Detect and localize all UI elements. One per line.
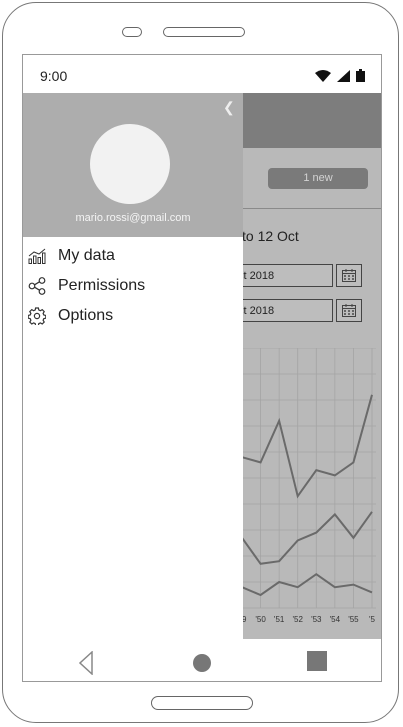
navigation-bar [23, 639, 381, 681]
phone-frame: 9:00 1 new to 12 Oct ct 2018 ct 2018 49'… [2, 2, 399, 723]
x-tick-label: '50 [255, 615, 266, 624]
x-tick-label: '55 [348, 615, 359, 624]
status-time: 9:00 [40, 68, 68, 84]
to-calendar-button[interactable] [336, 299, 362, 322]
series-line-1 [241, 394, 373, 499]
x-tick-label: '51 [274, 615, 285, 624]
from-calendar-button[interactable] [336, 264, 362, 287]
x-tick-label: '5 [369, 615, 376, 624]
drawer-header: ❮ mario.rossi@gmail.com [23, 93, 243, 237]
navigation-drawer: ❮ mario.rossi@gmail.com My data Permissi… [23, 93, 243, 639]
signal-icon [337, 69, 350, 82]
back-nav-icon[interactable] [79, 651, 93, 675]
status-icons [315, 69, 365, 82]
from-date-field[interactable]: ct 2018 [233, 264, 333, 287]
line-chart: 49'50'51'52'53'54'55'5 [238, 348, 376, 624]
home-nav-icon[interactable] [193, 654, 211, 672]
wifi-icon [315, 69, 331, 82]
close-drawer-icon[interactable]: ❮ [223, 99, 235, 116]
menu-item-options[interactable]: Options [23, 301, 243, 331]
calendar-icon [342, 269, 356, 282]
screen: 9:00 1 new to 12 Oct ct 2018 ct 2018 49'… [22, 54, 382, 682]
x-tick-label: '52 [292, 615, 303, 624]
share-icon [26, 275, 48, 297]
bar-chart-icon [26, 245, 48, 267]
x-tick-label: '54 [330, 615, 341, 624]
menu-item-label: Options [58, 307, 114, 324]
recents-nav-icon[interactable] [307, 651, 327, 671]
menu-item-my-data[interactable]: My data [23, 241, 243, 271]
user-email: mario.rossi@gmail.com [75, 212, 191, 224]
to-date-field[interactable]: ct 2018 [233, 299, 333, 322]
series-line-3 [241, 572, 373, 597]
avatar[interactable] [90, 124, 170, 204]
menu-item-permissions[interactable]: Permissions [23, 271, 243, 301]
calendar-icon [342, 304, 356, 317]
gear-icon [26, 305, 48, 327]
status-bar: 9:00 [23, 55, 381, 93]
earpiece-speaker [163, 27, 245, 37]
x-tick-label: '53 [311, 615, 322, 624]
home-indicator [151, 696, 253, 710]
menu-item-label: My data [58, 247, 115, 264]
new-notifications-button[interactable]: 1 new [268, 168, 368, 189]
battery-icon [356, 69, 365, 82]
front-camera [122, 27, 142, 37]
menu-item-label: Permissions [58, 277, 146, 294]
date-range-label: to 12 Oct [242, 228, 299, 244]
